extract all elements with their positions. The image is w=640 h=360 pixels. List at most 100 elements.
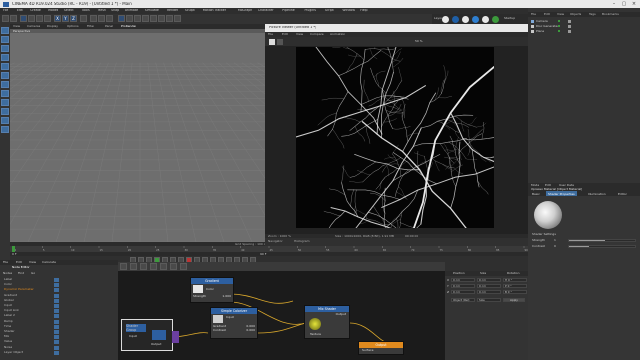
- layout-sculpt-icon[interactable]: [462, 15, 469, 23]
- coords-rot-field[interactable]: B 0 °: [503, 290, 527, 294]
- pv-menu-view[interactable]: View: [296, 33, 303, 36]
- menu-item-tools[interactable]: Tools: [82, 9, 90, 12]
- xpresso-menu-view[interactable]: View: [29, 261, 36, 264]
- colorizer-node[interactable]: Simple Colorizer Input Gradient 0.000 Co…: [210, 307, 258, 339]
- viewport-menu-filter[interactable]: Filter: [87, 25, 94, 28]
- node-tree-item[interactable]: Time: [4, 325, 11, 328]
- attr-menu-mode[interactable]: Mode: [531, 184, 539, 187]
- coords-pos-field[interactable]: 0 cm: [451, 290, 475, 294]
- node-tool-icon[interactable]: [120, 263, 127, 270]
- menu-item-mograph[interactable]: MoGraph: [238, 9, 252, 12]
- node-tree-item[interactable]: Label 2: [4, 314, 15, 317]
- attr-tab-shader-properties[interactable]: Shader Properties: [546, 191, 577, 196]
- coords-rot-field[interactable]: P 0 °: [503, 284, 527, 288]
- coords-mode-select[interactable]: Object (Rel): [451, 298, 475, 302]
- light-icon[interactable]: [174, 15, 181, 22]
- xpresso-node-canvas[interactable]: Gradient Color Strength 1.000 Simple Col…: [118, 271, 445, 360]
- pause-icon[interactable]: [269, 38, 275, 45]
- render-settings-icon[interactable]: [106, 15, 113, 22]
- polygons-mode-icon[interactable]: [1, 81, 9, 88]
- menu-item-script[interactable]: Script: [325, 9, 334, 12]
- deformer-icon[interactable]: [150, 15, 157, 22]
- undo-icon[interactable]: [2, 15, 9, 22]
- zoom-value[interactable]: 50 %: [415, 40, 423, 43]
- viewport-menu-display[interactable]: Display: [47, 25, 58, 28]
- tag-icon[interactable]: [568, 29, 571, 33]
- points-mode-icon[interactable]: [1, 63, 9, 70]
- coords-pos-field[interactable]: 0 cm: [451, 284, 475, 288]
- node-group-icon[interactable]: [170, 263, 177, 270]
- param-slider[interactable]: [568, 245, 636, 248]
- apply-button[interactable]: Apply: [503, 298, 525, 302]
- menu-item-file[interactable]: File: [3, 9, 8, 12]
- gradient-node[interactable]: Gradient Color Strength 1.000: [190, 277, 234, 303]
- xpresso-menu-calculate[interactable]: Calculate: [42, 261, 56, 264]
- make-editable-icon[interactable]: [1, 27, 9, 34]
- menu-item-pipeline[interactable]: Pipeline: [282, 9, 294, 12]
- menu-item-simulate[interactable]: Simulate: [145, 9, 159, 12]
- layout-uv-icon[interactable]: [472, 15, 479, 23]
- gradient-strength-value[interactable]: 1.000: [222, 294, 231, 298]
- param-value[interactable]: 0: [554, 245, 556, 248]
- visibility-icon[interactable]: [558, 25, 560, 27]
- attr-tab-illumination[interactable]: Illumination: [586, 191, 608, 196]
- node-settings-icon[interactable]: [180, 263, 187, 270]
- menu-item-render[interactable]: Render: [167, 9, 178, 12]
- node-tree-item[interactable]: Ramp: [4, 320, 13, 323]
- layout-white-icon[interactable]: [442, 15, 449, 23]
- menu-item-modes[interactable]: Modes: [48, 9, 58, 12]
- node-tree-item[interactable]: Noise: [4, 346, 12, 349]
- viewport-menu-options[interactable]: Options: [67, 25, 79, 28]
- node-tree-item[interactable]: Value: [4, 340, 12, 343]
- layout-anim-icon[interactable]: [482, 15, 489, 23]
- menu-item-edit[interactable]: Edit: [17, 9, 23, 12]
- tag-icon[interactable]: [568, 24, 571, 28]
- pv-tab-navigator[interactable]: Navigator: [268, 240, 283, 243]
- om-menu-tags[interactable]: Tags: [589, 13, 596, 16]
- x-axis-icon[interactable]: X: [54, 15, 61, 22]
- coords-size-field[interactable]: 0 cm: [477, 278, 501, 282]
- xpresso-left-menu-find[interactable]: Find: [18, 272, 24, 275]
- viewport-menu-prorender[interactable]: ProRender: [121, 25, 136, 28]
- node-tree-item[interactable]: Color: [4, 283, 12, 286]
- tweak-mode-icon[interactable]: [1, 99, 9, 106]
- menu-item-help[interactable]: Help: [360, 9, 367, 12]
- xpresso-menu-file[interactable]: File: [3, 261, 8, 264]
- mix-shader-node[interactable]: Mix Shader Output Texture: [304, 305, 350, 339]
- attr-tab-editor[interactable]: Editor: [616, 191, 629, 196]
- coords-rot-field[interactable]: H 0 °: [503, 278, 527, 282]
- menu-item-motion-tracker[interactable]: Motion Tracker: [203, 9, 226, 12]
- viewport-menu-view[interactable]: View: [13, 25, 20, 28]
- node-tree-item[interactable]: Shader: [4, 330, 15, 333]
- node-tree-item[interactable]: Layer Object: [4, 351, 23, 354]
- perspective-viewport[interactable]: View Cameras Display Options Filter Panel ProR…: [10, 24, 265, 242]
- pv-menu-file[interactable]: File: [268, 33, 273, 36]
- menu-item-sculpt[interactable]: Sculpt: [185, 9, 195, 12]
- coords-size-field[interactable]: 0 cm: [477, 284, 501, 288]
- coords-size-field[interactable]: 0 cm: [477, 290, 501, 294]
- attr-menu-user-data[interactable]: User Data: [559, 184, 574, 187]
- node-zoom-icon[interactable]: [140, 263, 147, 270]
- workplane-icon[interactable]: [1, 54, 9, 61]
- render-picture-viewer-icon[interactable]: [98, 15, 105, 22]
- om-menu-objects[interactable]: Objects: [570, 13, 581, 16]
- attr-tab-basic[interactable]: Basic: [530, 191, 542, 196]
- param-value[interactable]: 1: [554, 239, 556, 242]
- axis-mode-icon[interactable]: [1, 90, 9, 97]
- y-axis-icon[interactable]: Y: [62, 15, 69, 22]
- node-layout-icon[interactable]: [150, 263, 157, 270]
- visibility-icon[interactable]: [558, 30, 560, 32]
- viewport-menu-cameras[interactable]: Cameras: [27, 25, 40, 28]
- menu-item-mesh[interactable]: Mesh: [98, 9, 106, 12]
- shader-group-port[interactable]: [172, 331, 179, 343]
- live-select-icon[interactable]: [20, 15, 27, 22]
- xpresso-left-menu-go[interactable]: Go: [31, 272, 35, 275]
- scale-icon[interactable]: [36, 15, 43, 22]
- timeline-start[interactable]: 0 F: [12, 253, 17, 256]
- node-tree-item[interactable]: Gradient: [4, 294, 17, 297]
- tag-icon[interactable]: [568, 19, 571, 23]
- maximize-button[interactable]: ▢: [620, 1, 628, 7]
- floor-icon[interactable]: [158, 15, 165, 22]
- pen-icon[interactable]: [126, 15, 133, 22]
- coordinate-system-icon[interactable]: [80, 15, 87, 22]
